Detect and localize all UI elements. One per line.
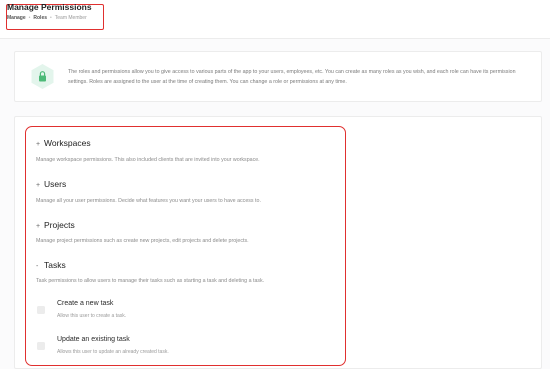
- section-title: Workspaces: [44, 138, 91, 148]
- section-title: Users: [44, 179, 67, 189]
- breadcrumb-separator: •: [50, 15, 52, 21]
- breadcrumb-separator: •: [28, 15, 31, 21]
- task-permission-label: Update an existing task: [57, 336, 130, 343]
- expand-icon[interactable]: +: [36, 223, 43, 230]
- task-permission-description: Allows this user to update an already cr…: [57, 349, 169, 355]
- section-tasks[interactable]: - Tasks: [36, 260, 66, 270]
- breadcrumb-team-member: Team Member: [54, 15, 87, 21]
- page-title: Manage Permissions: [7, 2, 92, 12]
- task-permission-label: Create a new task: [57, 300, 114, 307]
- section-workspaces[interactable]: + Workspaces: [36, 138, 91, 148]
- section-title: Tasks: [44, 260, 66, 270]
- section-users[interactable]: + Users: [36, 179, 66, 189]
- breadcrumb-roles[interactable]: Roles: [33, 15, 47, 21]
- lock-icon: [29, 63, 56, 90]
- task-permission-description: Allow this user to create a task.: [57, 313, 127, 319]
- info-text: The roles and permissions allow you to g…: [68, 69, 516, 85]
- info-card: The roles and permissions allow you to g…: [14, 51, 542, 102]
- breadcrumb: Manage • Roles • Team Member: [7, 15, 87, 21]
- section-description: Task permissions to allow users to manag…: [36, 278, 265, 284]
- section-description: Manage project permissions such as creat…: [36, 238, 249, 244]
- expand-icon[interactable]: +: [36, 182, 43, 189]
- expand-icon[interactable]: +: [36, 141, 43, 148]
- page-header: Manage Permissions Manage • Roles • Team Mem…: [0, 0, 550, 39]
- create-task-checkbox[interactable]: [37, 306, 45, 314]
- section-title: Projects: [44, 220, 75, 230]
- section-description: Manage workspace permissions. This also …: [36, 157, 260, 163]
- update-task-checkbox[interactable]: [37, 342, 45, 350]
- breadcrumb-manage[interactable]: Manage: [7, 15, 26, 21]
- collapse-icon[interactable]: -: [36, 263, 43, 270]
- section-projects[interactable]: + Projects: [36, 220, 75, 230]
- section-description: Manage all your user permissions. Decide…: [36, 198, 261, 204]
